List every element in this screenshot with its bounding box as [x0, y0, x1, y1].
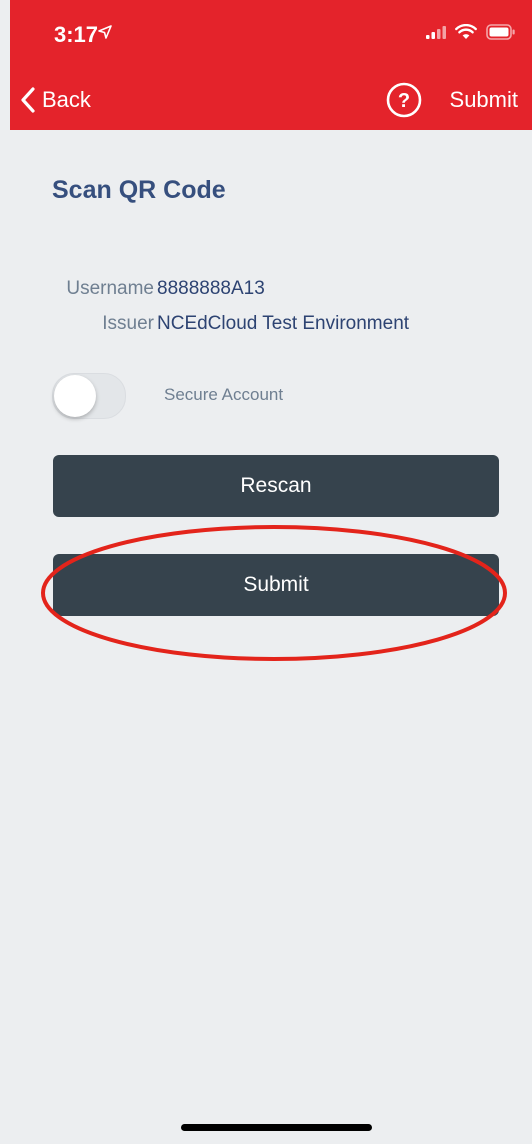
username-label: Username — [66, 278, 154, 299]
nav-submit-button[interactable]: Submit — [450, 87, 518, 113]
rescan-button[interactable]: Rescan — [53, 455, 499, 517]
submit-button[interactable]: Submit — [53, 554, 499, 616]
help-icon[interactable]: ? — [386, 82, 422, 118]
secure-account-label: Secure Account — [164, 385, 284, 404]
back-label: Back — [42, 87, 91, 112]
status-bar: 3:17 — [10, 0, 532, 70]
nav-bar: Back ? Submit — [10, 70, 532, 130]
status-time: 3:17 — [54, 22, 99, 47]
battery-icon — [486, 24, 515, 40]
svg-text:?: ? — [398, 90, 410, 112]
back-button[interactable]: Back — [20, 82, 91, 118]
username-value: 8888888A13 — [157, 278, 265, 299]
username-row: Username 8888888A13 — [52, 278, 265, 300]
secure-account-toggle[interactable] — [52, 373, 126, 419]
issuer-row: Issuer NCEdCloud Test Environment — [52, 313, 409, 335]
status-icons — [426, 24, 516, 40]
location-arrow-icon — [98, 25, 112, 39]
chevron-left-icon — [21, 87, 35, 113]
signal-icon — [426, 26, 446, 39]
issuer-value: NCEdCloud Test Environment — [157, 313, 410, 334]
toggle-knob — [54, 375, 96, 417]
home-indicator — [181, 1124, 372, 1131]
wifi-icon — [455, 24, 477, 39]
issuer-label: Issuer — [102, 313, 154, 334]
page-title: Scan QR Code — [52, 176, 226, 204]
